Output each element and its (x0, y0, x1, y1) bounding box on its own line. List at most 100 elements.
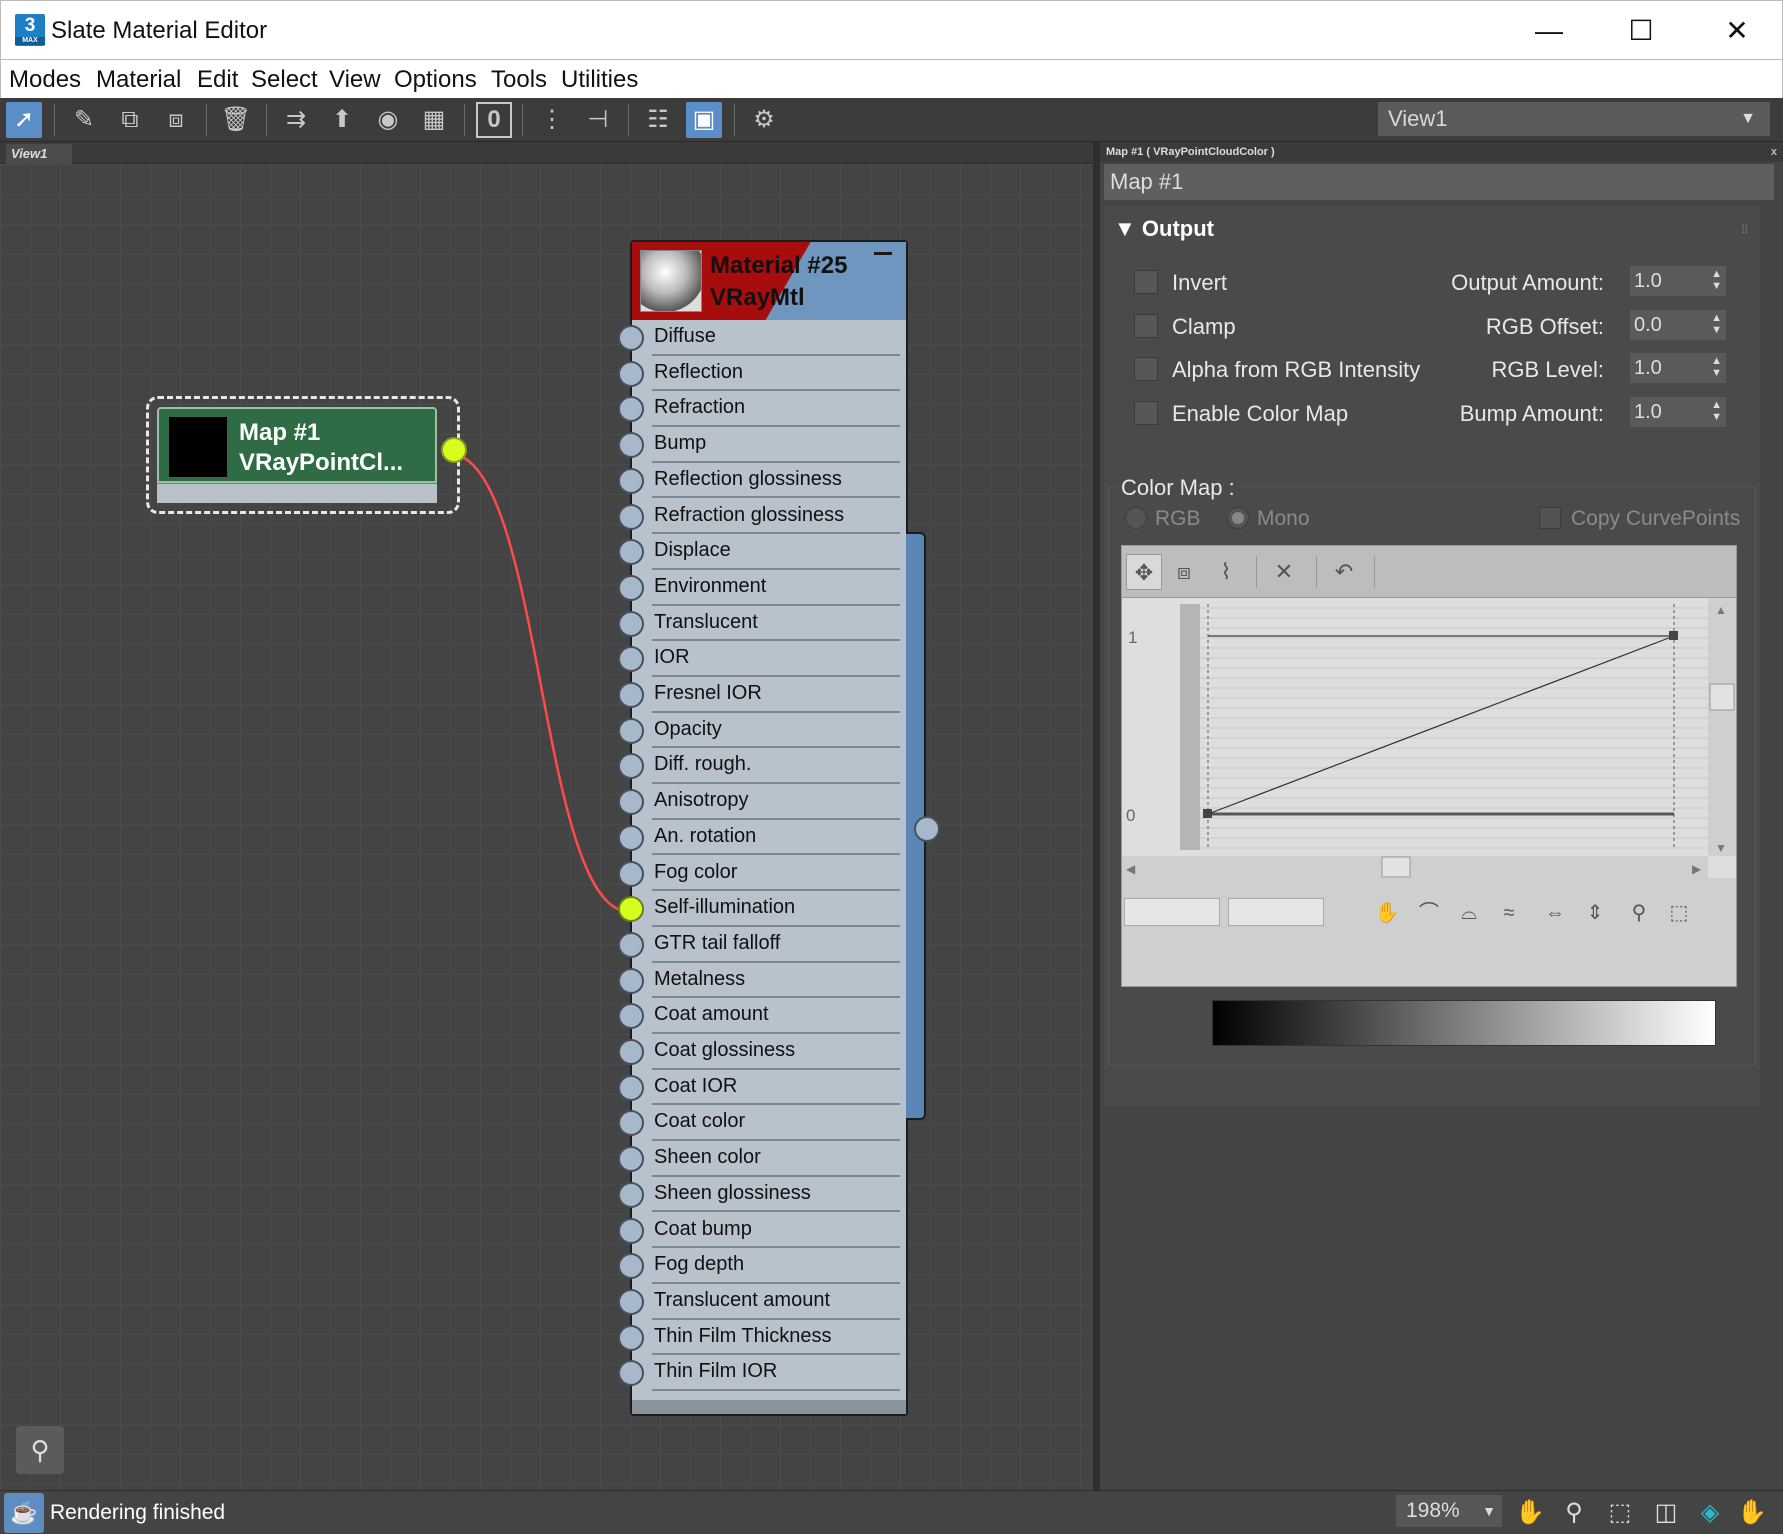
zoom-vertical-icon[interactable]: ⇕ (1578, 896, 1612, 930)
slot-input-socket[interactable] (618, 1039, 644, 1065)
rgb-level-spinner[interactable]: 1.0 ▲ ▼ (1630, 353, 1726, 383)
panel-close-icon[interactable]: x (1771, 142, 1777, 162)
map-node-header[interactable]: Map #1 VRayPointCl... (157, 407, 437, 483)
invert-checkbox[interactable] (1134, 270, 1158, 294)
scale-point-icon[interactable]: ⧈ (1166, 554, 1202, 590)
material-slot[interactable]: Translucent amount (618, 1284, 906, 1320)
material-slot[interactable]: Self-illumination (618, 891, 906, 927)
slot-input-socket[interactable] (618, 1324, 644, 1351)
teapot-render-icon[interactable]: ☕ (4, 1493, 44, 1533)
map-output-socket[interactable] (441, 437, 467, 463)
material-slot[interactable]: Fresnel IOR (618, 677, 906, 713)
slot-input-socket[interactable] (618, 503, 644, 530)
rgb-radio[interactable] (1125, 507, 1147, 529)
material-slot[interactable]: IOR (618, 641, 906, 677)
material-slot[interactable]: Coat color (618, 1105, 906, 1142)
slot-input-socket[interactable] (618, 396, 644, 423)
material-slot[interactable]: Fog color (618, 856, 906, 892)
zoom-extents-selected-icon[interactable]: ◈ (1694, 1497, 1726, 1529)
material-slot[interactable]: Refraction glossiness (618, 499, 906, 535)
curve-x-field[interactable] (1124, 898, 1220, 926)
slot-input-socket[interactable] (618, 574, 644, 601)
slot-input-socket[interactable] (618, 539, 644, 566)
material-slot[interactable]: Metalness (618, 963, 906, 999)
maximize-button[interactable]: ☐ (1611, 9, 1671, 53)
insert-point-icon[interactable]: ⌇ (1208, 554, 1244, 590)
rollout-header[interactable]: ▼ Output (1114, 216, 1214, 242)
slot-input-socket[interactable] (618, 896, 644, 923)
material-slot[interactable]: Sheen glossiness (618, 1177, 906, 1213)
zoom-icon[interactable]: ⚲ (1622, 896, 1656, 930)
slot-input-socket[interactable] (618, 432, 644, 459)
curve-graph[interactable]: 1 0 ▲ ▼ ◀ ▶ (1122, 598, 1736, 878)
zoom-horizontal-icon[interactable]: ⇔ (1538, 896, 1572, 930)
close-button[interactable]: ✕ (1707, 9, 1767, 53)
scroll-up-icon[interactable]: ▲ (1715, 603, 1727, 617)
zoom-region-icon[interactable]: ⬚ (1662, 896, 1696, 930)
curve-line[interactable] (1207, 635, 1675, 815)
map-node[interactable]: Map #1 VRayPointCl... (146, 396, 467, 514)
slot-input-socket[interactable] (618, 325, 644, 351)
material-slot[interactable]: Translucent (618, 606, 906, 642)
bump-amount-spinner[interactable]: 1.0 ▲ ▼ (1630, 397, 1726, 427)
slot-input-socket[interactable] (618, 967, 644, 994)
material-slot[interactable]: Coat bump (618, 1213, 906, 1249)
minimize-button[interactable]: — (1519, 9, 1579, 53)
curve-y-field[interactable] (1228, 898, 1324, 926)
material-slot[interactable]: Refraction (618, 391, 906, 428)
pan-hand-icon[interactable]: ✋ (1370, 896, 1404, 930)
vertical-scrollbar[interactable] (1708, 598, 1736, 856)
spinner-arrows-icon[interactable]: ▲ ▼ (1711, 312, 1722, 336)
zoom-region-icon[interactable]: ⬚ (1604, 1497, 1636, 1529)
slot-input-socket[interactable] (618, 1074, 644, 1101)
slot-input-socket[interactable] (618, 467, 644, 494)
pan-hand-icon[interactable]: ✋ (1514, 1497, 1546, 1529)
output-amount-spinner[interactable]: 1.0 ▲ ▼ (1630, 266, 1726, 296)
material-slot[interactable]: Diffuse (618, 320, 906, 356)
delete-point-icon[interactable]: ✕ (1266, 554, 1302, 590)
zoom-extents-icon[interactable]: ⌒ (1412, 896, 1446, 930)
material-slot[interactable]: Displace (618, 534, 906, 570)
material-slot[interactable]: Reflection (618, 356, 906, 392)
horizontal-scrollbar[interactable] (1122, 856, 1708, 878)
map-name-field[interactable]: Map #1 (1104, 164, 1774, 200)
zoom-icon[interactable]: ⚲ (1558, 1497, 1590, 1529)
zoom-vertical-extents-icon[interactable]: ≈ (1492, 896, 1526, 930)
material-slot[interactable]: Sheen color (618, 1141, 906, 1177)
slot-input-socket[interactable] (618, 1003, 644, 1030)
spinner-arrows-icon[interactable]: ▲ ▼ (1711, 355, 1722, 379)
alpha-from-rgb-checkbox[interactable] (1134, 357, 1158, 381)
material-slot[interactable]: GTR tail falloff (618, 927, 906, 963)
slot-input-socket[interactable] (618, 824, 644, 851)
slot-input-socket[interactable] (618, 682, 644, 708)
clamp-checkbox[interactable] (1134, 314, 1158, 338)
material-slot[interactable]: Anisotropy (618, 784, 906, 820)
slot-input-socket[interactable] (618, 1217, 644, 1244)
material-node-header[interactable]: Material #25 VRayMtl (632, 242, 906, 320)
enable-color-map-checkbox[interactable] (1134, 401, 1158, 425)
zoom-dropdown[interactable]: 198% ▼ (1396, 1495, 1502, 1527)
slot-input-socket[interactable] (618, 1360, 644, 1387)
slot-input-socket[interactable] (618, 646, 644, 673)
reset-curve-icon[interactable]: ↶ (1326, 554, 1362, 590)
vertical-scroll-thumb[interactable] (1709, 683, 1735, 711)
slot-input-socket[interactable] (618, 931, 644, 958)
rollout-grip-icon[interactable]: ⁞⁞ (1741, 222, 1748, 236)
zoom-horizontal-extents-icon[interactable]: ⌓ (1452, 896, 1486, 930)
material-slot[interactable]: Diff. rough. (618, 748, 906, 785)
horizontal-scroll-thumb[interactable] (1381, 856, 1411, 878)
slot-input-socket[interactable] (618, 789, 644, 816)
mono-radio[interactable] (1227, 507, 1249, 529)
scroll-down-icon[interactable]: ▼ (1715, 841, 1727, 855)
material-slot[interactable]: Coat IOR (618, 1070, 906, 1106)
slot-input-socket[interactable] (618, 860, 644, 887)
scroll-left-icon[interactable]: ◀ (1126, 862, 1136, 876)
material-slot[interactable]: An. rotation (618, 820, 906, 856)
material-node[interactable]: Material #25 VRayMtl Diffuse Reflection Re… (618, 240, 908, 1416)
slot-input-socket[interactable] (618, 1146, 644, 1173)
slot-input-socket[interactable] (618, 717, 644, 744)
slot-input-socket[interactable] (618, 1253, 644, 1280)
slot-input-socket[interactable] (618, 1288, 644, 1315)
rgb-offset-spinner[interactable]: 0.0 ▲ ▼ (1630, 310, 1726, 340)
curve-point-end[interactable] (1669, 631, 1678, 640)
